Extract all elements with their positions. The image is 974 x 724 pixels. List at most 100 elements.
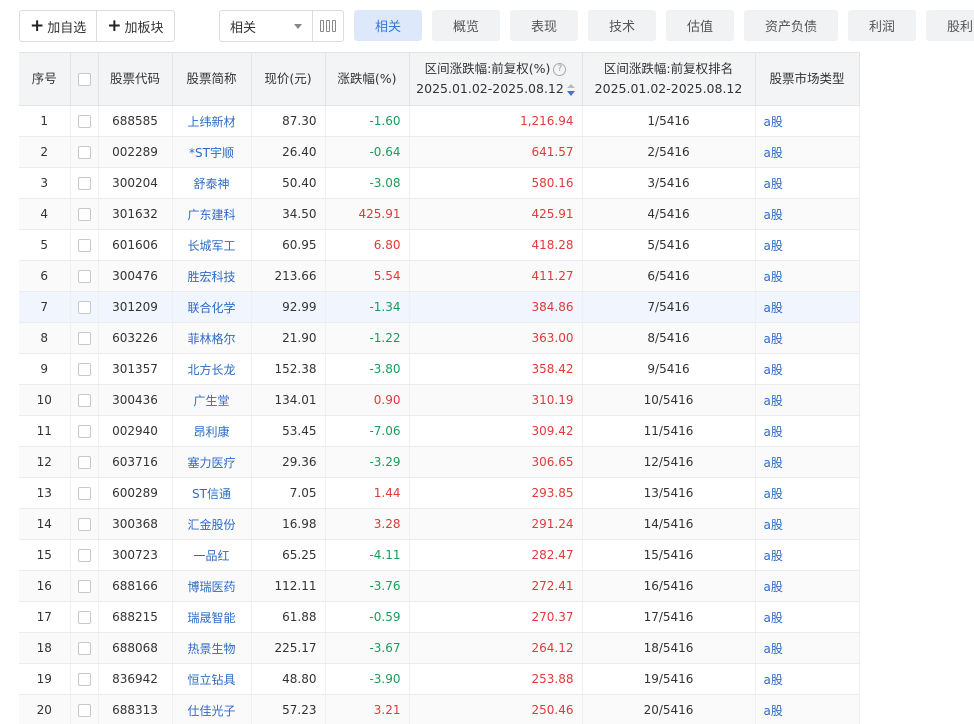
row-checkbox[interactable] bbox=[77, 115, 91, 128]
row-checkbox[interactable] bbox=[77, 673, 91, 686]
row-checkbox[interactable] bbox=[77, 611, 91, 624]
stock-name-link[interactable]: 舒泰神 bbox=[172, 167, 252, 199]
select-all-checkbox[interactable] bbox=[77, 73, 91, 86]
row-checkbox[interactable] bbox=[77, 487, 91, 500]
row-checkbox[interactable] bbox=[77, 332, 91, 345]
header-market[interactable]: 股票市场类型 bbox=[755, 52, 860, 106]
table-row[interactable]: 1 688585 上纬新材 87.30 -1.60 1,216.94 1/5416 a股 bbox=[19, 105, 860, 137]
row-checkbox[interactable] bbox=[77, 146, 91, 159]
market-type-link[interactable]: a股 bbox=[755, 229, 860, 261]
stock-name-link[interactable]: 塞力医疗 bbox=[172, 446, 252, 478]
tab-1[interactable]: 概览 bbox=[432, 10, 500, 41]
stock-name-link[interactable]: 昂利康 bbox=[172, 415, 252, 447]
header-code[interactable]: 股票代码 bbox=[98, 52, 173, 106]
stock-name-link[interactable]: 瑞晟智能 bbox=[172, 601, 252, 633]
tab-3[interactable]: 技术 bbox=[588, 10, 656, 41]
stock-name-link[interactable]: 广生堂 bbox=[172, 384, 252, 416]
stock-name-link[interactable]: 北方长龙 bbox=[172, 353, 252, 385]
market-type-link[interactable]: a股 bbox=[755, 694, 860, 724]
row-checkbox[interactable] bbox=[77, 518, 91, 531]
stock-name-link[interactable]: ST信通 bbox=[172, 477, 252, 509]
help-icon[interactable]: ? bbox=[553, 63, 567, 76]
table-row[interactable]: 5 601606 长城军工 60.95 6.80 418.28 5/5416 a股 bbox=[19, 229, 860, 261]
market-type-link[interactable]: a股 bbox=[755, 570, 860, 602]
market-type-link[interactable]: a股 bbox=[755, 632, 860, 664]
table-row[interactable]: 17 688215 瑞晟智能 61.88 -0.59 270.37 17/5416 a股 bbox=[19, 601, 860, 633]
table-row[interactable]: 6 300476 胜宏科技 213.66 5.54 411.27 6/5416 a股 bbox=[19, 260, 860, 292]
table-row[interactable]: 20 688313 仕佳光子 57.23 3.21 250.46 20/5416 a股 bbox=[19, 694, 860, 724]
stock-name-link[interactable]: 仕佳光子 bbox=[172, 694, 252, 724]
table-row[interactable]: 9 301357 北方长龙 152.38 -3.80 358.42 9/5416 a股 bbox=[19, 353, 860, 385]
market-type-link[interactable]: a股 bbox=[755, 508, 860, 540]
table-row[interactable]: 14 300368 汇金股份 16.98 3.28 291.24 14/5416 a股 bbox=[19, 508, 860, 540]
stock-name-link[interactable]: 联合化学 bbox=[172, 291, 252, 323]
market-type-link[interactable]: a股 bbox=[755, 353, 860, 385]
stock-name-link[interactable]: 汇金股份 bbox=[172, 508, 252, 540]
table-row[interactable]: 11 002940 昂利康 53.45 -7.06 309.42 11/5416 a股 bbox=[19, 415, 860, 447]
market-type-link[interactable]: a股 bbox=[755, 446, 860, 478]
market-type-link[interactable]: a股 bbox=[755, 198, 860, 230]
market-type-link[interactable]: a股 bbox=[755, 415, 860, 447]
row-checkbox[interactable] bbox=[77, 425, 91, 438]
sort-desc-icon[interactable] bbox=[566, 83, 575, 96]
add-watchlist-button[interactable]: + 加自选 bbox=[20, 11, 96, 41]
row-checkbox[interactable] bbox=[77, 580, 91, 593]
table-row[interactable]: 16 688166 博瑞医药 112.11 -3.76 272.41 16/5416 a股 bbox=[19, 570, 860, 602]
market-type-link[interactable]: a股 bbox=[755, 384, 860, 416]
stock-name-link[interactable]: *ST宇顺 bbox=[172, 136, 252, 168]
header-name[interactable]: 股票简称 bbox=[172, 52, 252, 106]
header-range-rank[interactable]: 区间涨跌幅:前复权排名 2025.01.02-2025.08.12 bbox=[582, 52, 756, 106]
row-checkbox[interactable] bbox=[77, 642, 91, 655]
market-type-link[interactable]: a股 bbox=[755, 260, 860, 292]
stock-name-link[interactable]: 热景生物 bbox=[172, 632, 252, 664]
market-type-link[interactable]: a股 bbox=[755, 663, 860, 695]
header-price[interactable]: 现价(元) bbox=[251, 52, 326, 106]
stock-name-link[interactable]: 菲林格尔 bbox=[172, 322, 252, 354]
market-type-link[interactable]: a股 bbox=[755, 322, 860, 354]
table-row[interactable]: 15 300723 一品红 65.25 -4.11 282.47 15/5416 a股 bbox=[19, 539, 860, 571]
stock-name-link[interactable]: 上纬新材 bbox=[172, 105, 252, 137]
column-settings-button[interactable] bbox=[312, 11, 343, 41]
table-row[interactable]: 13 600289 ST信通 7.05 1.44 293.85 13/5416 a股 bbox=[19, 477, 860, 509]
tab-2[interactable]: 表现 bbox=[510, 10, 578, 41]
stock-name-link[interactable]: 恒立钻具 bbox=[172, 663, 252, 695]
row-checkbox[interactable] bbox=[77, 177, 91, 190]
row-checkbox[interactable] bbox=[77, 456, 91, 469]
table-row[interactable]: 2 002289 *ST宇顺 26.40 -0.64 641.57 2/5416 a股 bbox=[19, 136, 860, 168]
row-checkbox[interactable] bbox=[77, 301, 91, 314]
row-checkbox[interactable] bbox=[77, 270, 91, 283]
table-row[interactable]: 8 603226 菲林格尔 21.90 -1.22 363.00 8/5416 a股 bbox=[19, 322, 860, 354]
header-change[interactable]: 涨跌幅(%) bbox=[325, 52, 410, 106]
category-select-value[interactable]: 相关 bbox=[220, 11, 312, 41]
market-type-link[interactable]: a股 bbox=[755, 601, 860, 633]
table-row[interactable]: 10 300436 广生堂 134.01 0.90 310.19 10/5416 a股 bbox=[19, 384, 860, 416]
stock-name-link[interactable]: 长城军工 bbox=[172, 229, 252, 261]
table-row[interactable]: 19 836942 恒立钻具 48.80 -3.90 253.88 19/5416 a股 bbox=[19, 663, 860, 695]
table-row[interactable]: 4 301632 广东建科 34.50 425.91 425.91 4/5416 a股 bbox=[19, 198, 860, 230]
row-checkbox[interactable] bbox=[77, 394, 91, 407]
market-type-link[interactable]: a股 bbox=[755, 136, 860, 168]
add-sector-button[interactable]: + 加板块 bbox=[96, 11, 173, 41]
table-row[interactable]: 12 603716 塞力医疗 29.36 -3.29 306.65 12/5416 a股 bbox=[19, 446, 860, 478]
table-row[interactable]: 3 300204 舒泰神 50.40 -3.08 580.16 3/5416 a股 bbox=[19, 167, 860, 199]
tab-5[interactable]: 资产负债 bbox=[744, 10, 838, 41]
stock-name-link[interactable]: 一品红 bbox=[172, 539, 252, 571]
row-checkbox[interactable] bbox=[77, 363, 91, 376]
stock-name-link[interactable]: 博瑞医药 bbox=[172, 570, 252, 602]
row-checkbox[interactable] bbox=[77, 549, 91, 562]
row-checkbox[interactable] bbox=[77, 208, 91, 221]
tab-0[interactable]: 相关 bbox=[354, 10, 422, 41]
stock-name-link[interactable]: 广东建科 bbox=[172, 198, 252, 230]
tab-7[interactable]: 股利 bbox=[926, 10, 974, 41]
market-type-link[interactable]: a股 bbox=[755, 167, 860, 199]
tab-4[interactable]: 估值 bbox=[666, 10, 734, 41]
market-type-link[interactable]: a股 bbox=[755, 477, 860, 509]
market-type-link[interactable]: a股 bbox=[755, 105, 860, 137]
row-checkbox[interactable] bbox=[77, 239, 91, 252]
table-row[interactable]: 7 301209 联合化学 92.99 -1.34 384.86 7/5416 a股 bbox=[19, 291, 860, 323]
tab-6[interactable]: 利润 bbox=[848, 10, 916, 41]
market-type-link[interactable]: a股 bbox=[755, 291, 860, 323]
table-row[interactable]: 18 688068 热景生物 225.17 -3.67 264.12 18/5416 a股 bbox=[19, 632, 860, 664]
header-range-change[interactable]: 区间涨跌幅:前复权(%)? 2025.01.02-2025.08.12 bbox=[409, 52, 583, 106]
category-select[interactable]: 相关 bbox=[219, 10, 344, 42]
